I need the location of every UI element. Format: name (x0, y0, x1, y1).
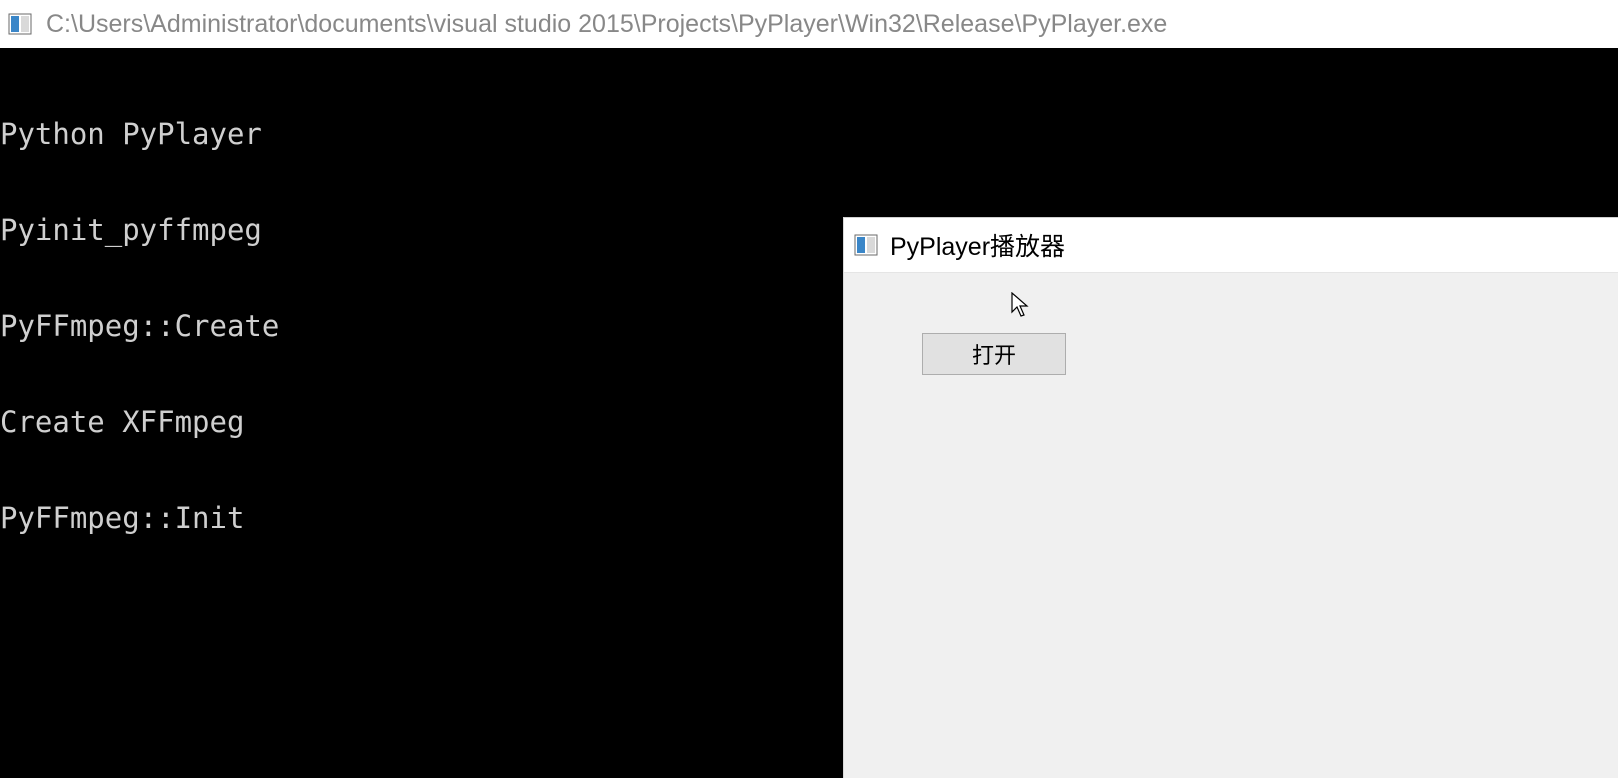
pyplayer-dialog-window[interactable]: PyPlayer播放器 打开 (844, 217, 1618, 778)
dialog-title-text: PyPlayer播放器 (890, 227, 1065, 263)
console-titlebar[interactable]: C:\Users\Administrator\documents\visual … (0, 0, 1618, 48)
open-button[interactable]: 打开 (922, 333, 1066, 375)
console-title-text: C:\Users\Administrator\documents\visual … (46, 10, 1167, 39)
console-line: Python PyPlayer (0, 118, 1618, 150)
dialog-titlebar[interactable]: PyPlayer播放器 (844, 218, 1618, 273)
dialog-app-icon (854, 233, 878, 257)
dialog-client-area: 打开 (844, 273, 1618, 778)
console-app-icon (8, 12, 32, 36)
